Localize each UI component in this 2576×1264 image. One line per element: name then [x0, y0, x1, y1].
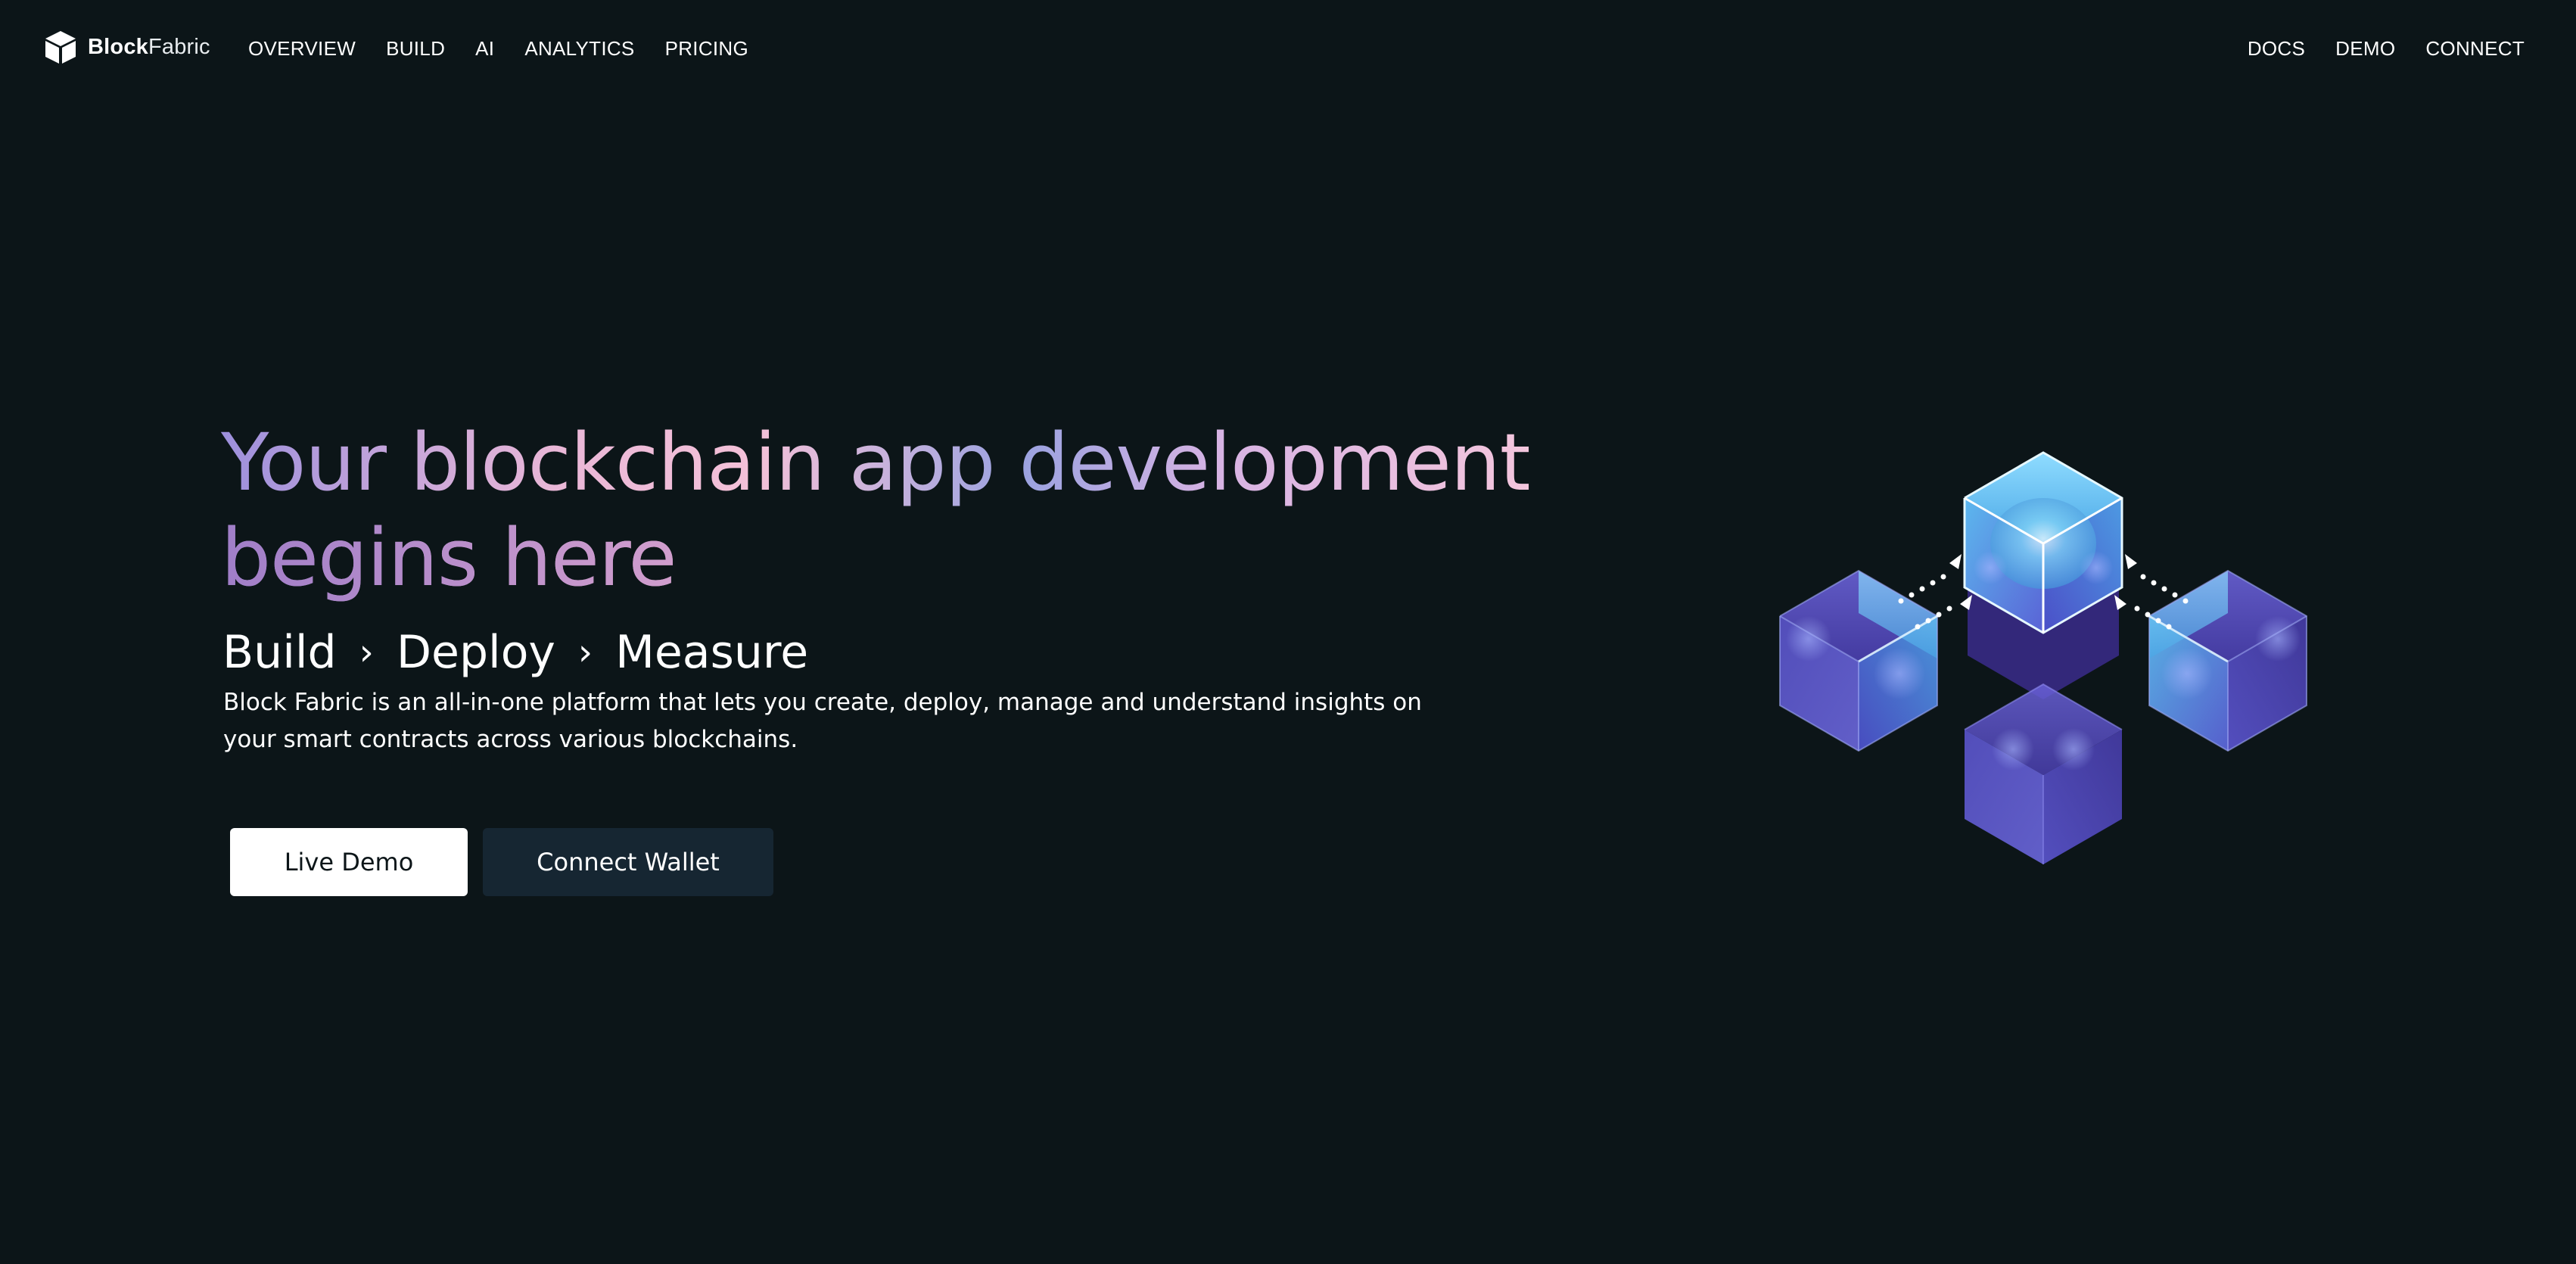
landing-page: BlockFabric OVERVIEW BUILD AI ANALYTICS … — [0, 0, 2576, 1264]
secondary-nav: DOCS DEMO CONNECT — [2248, 35, 2525, 62]
hero-title-line2: begins here — [221, 510, 1553, 606]
hero-title: Your blockchain app development begins h… — [221, 415, 1553, 606]
step-separator-icon: › — [577, 631, 593, 674]
cube-left — [1779, 569, 1938, 752]
step-build: Build — [222, 626, 337, 679]
live-demo-button[interactable]: Live Demo — [230, 828, 468, 896]
brand-name-light: Fabric — [148, 34, 210, 59]
brand-name-strong: Block — [88, 34, 148, 59]
nav-item-analytics[interactable]: ANALYTICS — [524, 35, 634, 62]
hero-title-line1: Your blockchain app development — [221, 416, 1530, 509]
step-measure: Measure — [615, 626, 809, 679]
cube-right — [2148, 569, 2307, 752]
blockchain-cubes-illustration — [1763, 439, 2323, 878]
site-header: BlockFabric OVERVIEW BUILD AI ANALYTICS … — [0, 0, 2576, 97]
nav-item-connect[interactable]: CONNECT — [2425, 35, 2525, 62]
cubes-graphic — [1779, 451, 2307, 864]
nav-item-overview[interactable]: OVERVIEW — [248, 35, 356, 62]
brand-logo-link[interactable]: BlockFabric — [42, 29, 210, 65]
cube-icon — [45, 31, 76, 64]
step-deploy: Deploy — [396, 626, 555, 679]
cube-bottom — [1964, 683, 2123, 864]
nav-item-ai[interactable]: AI — [475, 35, 494, 62]
nav-item-build[interactable]: BUILD — [386, 35, 445, 62]
workflow-steps: Build › Deploy › Measure — [222, 622, 808, 683]
connect-wallet-button[interactable]: Connect Wallet — [483, 828, 773, 896]
nav-item-pricing[interactable]: PRICING — [665, 35, 748, 62]
step-separator-icon: › — [359, 631, 374, 674]
nav-item-demo[interactable]: DEMO — [2335, 35, 2395, 62]
primary-nav: OVERVIEW BUILD AI ANALYTICS PRICING — [248, 35, 748, 62]
hero-description: Block Fabric is an all-in-one platform t… — [223, 689, 1422, 753]
brand-name: BlockFabric — [88, 35, 210, 60]
nav-item-docs[interactable]: DOCS — [2248, 35, 2305, 62]
